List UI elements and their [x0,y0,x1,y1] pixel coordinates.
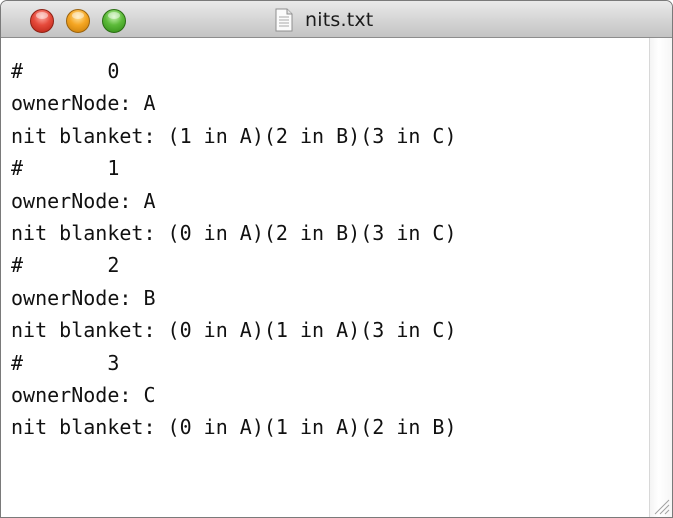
text-line: ownerNode: A [11,91,156,116]
text-content-area[interactable]: # 0 ownerNode: A nit blanket: (1 in A)(2 i… [1,38,649,517]
text-editor-window: nits.txt # 0 ownerNode: A nit blanket: (1 … [0,0,673,518]
text-line: # 1 [11,156,120,181]
window-title-group: nits.txt [275,7,373,33]
text-line: nit blanket: (0 in A)(1 in A)(3 in C) [11,318,457,343]
text-line: ownerNode: A [11,188,156,213]
close-button[interactable] [30,9,54,33]
minimize-button[interactable] [66,9,90,33]
text-line: # 0 [11,59,120,83]
vertical-scrollbar[interactable] [649,38,672,517]
text-line: nit blanket: (0 in A)(1 in A)(2 in B) [11,415,457,440]
text-line: ownerNode: B [11,285,156,310]
text-line: nit blanket: (0 in A)(2 in B)(3 in C) [11,220,457,245]
text-line: # 3 [11,350,120,375]
zoom-button[interactable] [102,9,126,33]
resize-grip-icon[interactable] [650,495,670,515]
text-line: ownerNode: C [11,382,156,407]
text-line: # 2 [11,253,120,278]
text-document-icon [275,8,293,32]
title-bar[interactable]: nits.txt [1,1,672,38]
window-title: nits.txt [305,9,374,31]
text-line: nit blanket: (1 in A)(2 in B)(3 in C) [11,123,457,148]
